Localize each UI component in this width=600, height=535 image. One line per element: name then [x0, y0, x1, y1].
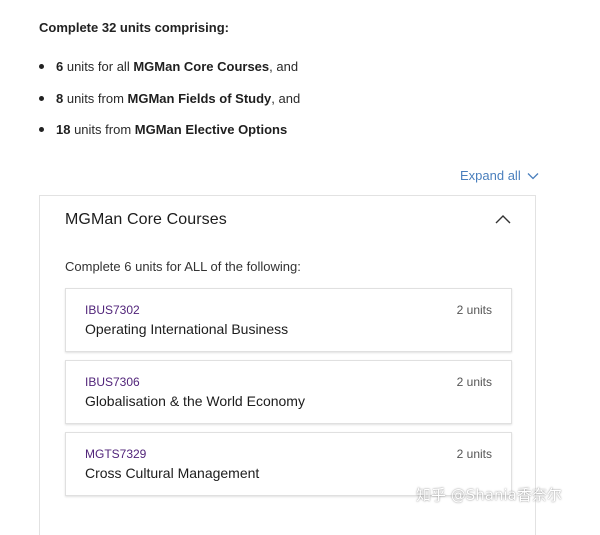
- course-units: 2 units: [456, 303, 492, 317]
- course-units: 2 units: [456, 447, 492, 461]
- requirement-text: units from: [63, 90, 128, 106]
- course-card[interactable]: IBUS7306 Globalisation & the World Econo…: [65, 360, 512, 424]
- requirement-tail: , and: [271, 90, 301, 106]
- requirement-item: 6 units for all MGMan Core Courses, and: [39, 58, 300, 90]
- panel-subtitle: Complete 6 units for ALL of the followin…: [65, 259, 301, 274]
- requirement-item: 18 units from MGMan Elective Options: [39, 121, 300, 153]
- bullet-icon: [39, 95, 44, 101]
- requirements-heading: Complete 32 units comprising:: [39, 20, 229, 35]
- course-code: MGTS7329: [85, 447, 147, 461]
- course-name: Operating International Business: [85, 321, 289, 337]
- requirement-tail: , and: [269, 59, 299, 74]
- chevron-up-icon[interactable]: [495, 214, 511, 224]
- watermark: 知乎 @Shania香奈尔: [416, 486, 562, 504]
- course-code: IBUS7302: [85, 303, 140, 317]
- course-name: Globalisation & the World Economy: [85, 393, 305, 409]
- course-units: 2 units: [456, 375, 492, 389]
- requirement-group: MGMan Elective Options: [134, 122, 288, 137]
- course-card[interactable]: IBUS7302 Operating International Busines…: [65, 288, 512, 352]
- requirement-group: MGMan Core Courses: [133, 59, 270, 74]
- requirement-group: MGMan Fields of Study: [127, 90, 272, 106]
- requirement-count: 18: [56, 122, 71, 137]
- course-code: IBUS7306: [85, 375, 140, 389]
- chevron-down-icon: [527, 172, 539, 179]
- requirement-text: units from: [70, 122, 135, 137]
- expand-all-label: Expand all: [460, 168, 521, 183]
- panel-title: MGMan Core Courses: [65, 211, 227, 228]
- expand-all-button[interactable]: Expand all: [460, 168, 539, 183]
- requirements-list: 6 units for all MGMan Core Courses, and …: [39, 58, 300, 153]
- requirement-item: 8 units from MGMan Fields of Study, and: [39, 90, 300, 122]
- course-name: Cross Cultural Management: [85, 465, 260, 481]
- bullet-icon: [39, 64, 44, 69]
- requirement-text: units for all: [63, 59, 134, 74]
- bullet-icon: [39, 127, 44, 132]
